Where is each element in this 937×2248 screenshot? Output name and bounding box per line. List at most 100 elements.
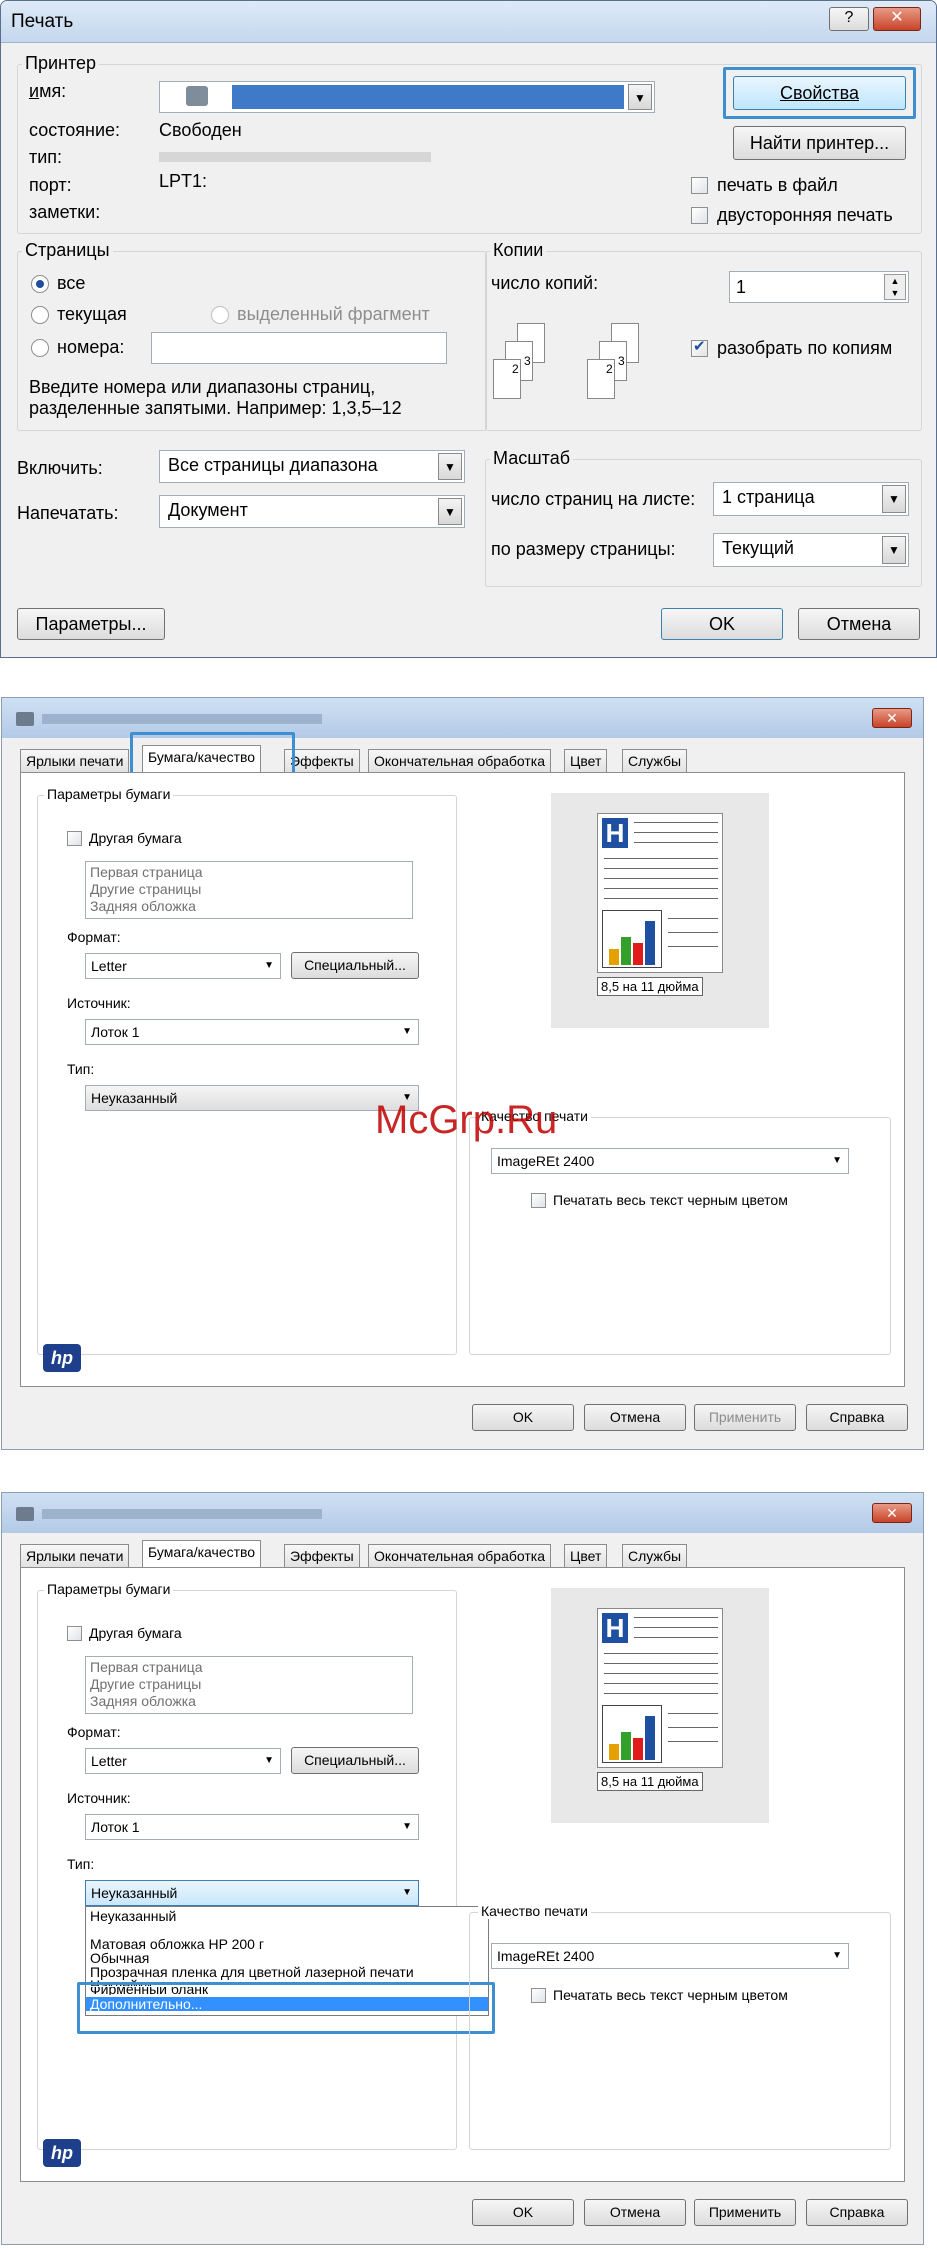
tab-shortcuts[interactable]: Ярлыки печати [20,749,130,772]
quality-select[interactable]: ImageREt 2400 ▼ [491,1943,849,1969]
tab-shortcuts[interactable]: Ярлыки печати [20,1544,130,1567]
type-value-blurred [159,152,431,162]
custom-button[interactable]: Специальный... [291,952,419,979]
pages-group-label: Страницы [22,240,113,261]
chevron-down-icon[interactable]: ▼ [628,84,652,110]
tab-panel: Параметры бумаги Другая бумага Первая ст… [20,772,905,1387]
source-select[interactable]: Лоток 1 ▼ [85,1814,419,1840]
tab-services[interactable]: Службы [622,1544,688,1567]
tab-effects[interactable]: Эффекты [284,749,360,772]
status-label: состояние: [29,120,121,140]
help-button[interactable]: Справка [806,2199,908,2226]
printer-group-label: Принтер [22,53,100,74]
include-select[interactable]: Все страницы диапазона ▼ [159,450,465,483]
ok-button[interactable]: OK [472,2199,574,2226]
diff-paper-checkbox[interactable] [67,1626,82,1641]
duplex-checkbox[interactable] [691,207,708,224]
paper-preview: H 8,5 на 11 дюйма [551,793,769,1028]
properties-label: Свойства [779,83,860,103]
dropdown-option[interactable]: Матовая обложка HP 200 г [90,1937,264,1951]
print-what-select[interactable]: Документ ▼ [159,495,465,528]
print-what-value: Документ [168,500,248,520]
size-select[interactable]: Letter ▼ [85,953,281,979]
close-button[interactable]: ✕ [872,708,912,728]
printer-icon [186,86,208,106]
source-label: Источник: [67,1790,131,1806]
chevron-down-icon[interactable]: ▼ [882,536,906,564]
source-select[interactable]: Лоток 1 ▼ [85,1019,419,1045]
printer-select[interactable]: ▼ [159,81,655,113]
current-radio[interactable] [31,306,49,324]
cancel-button[interactable]: Отмена [584,2199,686,2226]
preview-page: H [597,813,723,973]
diff-paper-checkbox[interactable] [67,831,82,846]
properties-button[interactable]: Свойства [733,76,906,110]
options-button[interactable]: Параметры... [17,608,165,640]
tab-finishing[interactable]: Окончательная обработка [368,749,551,772]
apply-button[interactable]: Применить [694,1404,796,1431]
pages-per-sheet-select[interactable]: 1 страница ▼ [713,482,909,516]
pages-input[interactable] [151,332,447,364]
close-button[interactable]: ✕ [873,7,921,31]
collate-checkbox[interactable]: ✔ [691,338,708,357]
tab-panel: Параметры бумаги Другая бумага Первая ст… [20,1567,905,2182]
printer-properties-dialog: ✕ Ярлыки печати Бумага/качество Эффекты … [1,697,924,1450]
option-highlight [77,1982,495,2034]
size-value: Letter [91,1753,127,1769]
print-to-file-checkbox[interactable] [691,177,708,194]
size-select[interactable]: Letter ▼ [85,1748,281,1774]
custom-button[interactable]: Специальный... [291,1747,419,1774]
type-label: Тип: [67,1856,95,1872]
pages-per-sheet-value: 1 страница [722,487,815,507]
port-value: LPT1: [159,171,208,191]
pages-radio[interactable] [31,339,49,357]
all-radio[interactable] [31,275,49,293]
help-button[interactable]: ? [829,7,869,31]
name-label: имя: [29,81,67,101]
list-item: Первая страница [90,864,203,880]
tab-finishing[interactable]: Окончательная обработка [368,1544,551,1567]
dropdown-option[interactable]: Обычная [90,1951,149,1965]
preview-caption: 8,5 на 11 дюйма [597,977,703,996]
tab-services[interactable]: Службы [622,749,688,772]
chevron-down-icon[interactable]: ▼ [438,453,462,480]
dropdown-option[interactable]: Прозрачная пленка для цветной лазерной п… [90,1965,414,1979]
source-value: Лоток 1 [91,1024,140,1040]
type-select[interactable]: Неуказанный ▼ [85,1880,419,1906]
selection-radio[interactable] [211,306,229,324]
tab-color[interactable]: Цвет [564,1544,608,1567]
help-button[interactable]: Справка [806,1404,908,1431]
tab-paper-quality[interactable]: Бумага/качество [142,1540,262,1567]
apply-button[interactable]: Применить [694,2199,796,2226]
quality-select[interactable]: ImageREt 2400 ▼ [491,1148,849,1174]
black-text-label: Печатать весь текст черным цветом [553,1987,788,2003]
paper-preview: H 8,5 на 11 дюйма [551,1588,769,1823]
ok-button[interactable]: OK [472,1404,574,1431]
black-text-checkbox[interactable] [531,1193,546,1208]
port-label: порт: [29,175,72,195]
black-text-checkbox[interactable] [531,1988,546,2003]
chevron-down-icon[interactable]: ▼ [438,498,462,525]
list-item: Задняя обложка [90,898,196,914]
paper-group-label: Параметры бумаги [44,786,174,802]
cancel-button[interactable]: Отмена [584,1404,686,1431]
collate-label: разобрать по копиям [717,338,893,358]
dropdown-option[interactable]: Неуказанный [90,1909,176,1923]
close-button[interactable]: ✕ [872,1503,912,1523]
copies-input[interactable]: 1 ▲ ▼ [729,271,909,303]
tab-effects[interactable]: Эффекты [284,1544,360,1567]
radio-dot [36,280,44,288]
scale-select[interactable]: Текущий ▼ [713,533,909,567]
find-printer-button[interactable]: Найти принтер... [733,126,906,160]
zoom-group-label: Масштаб [490,448,574,469]
type-value: Неуказанный [91,1885,178,1901]
copies-spinner[interactable]: ▲ ▼ [884,274,906,300]
ok-button[interactable]: OK [661,608,783,640]
cancel-button[interactable]: Отмена [798,608,920,640]
type-select[interactable]: Неуказанный ▼ [85,1085,419,1111]
paper-list: Первая страница Другие страницы Задняя о… [85,861,413,919]
tab-color[interactable]: Цвет [564,749,608,772]
duplex-label: двусторонняя печать [717,205,893,225]
chevron-down-icon[interactable]: ▼ [882,485,906,513]
quality-group-label: Качество печати [478,1903,591,1919]
